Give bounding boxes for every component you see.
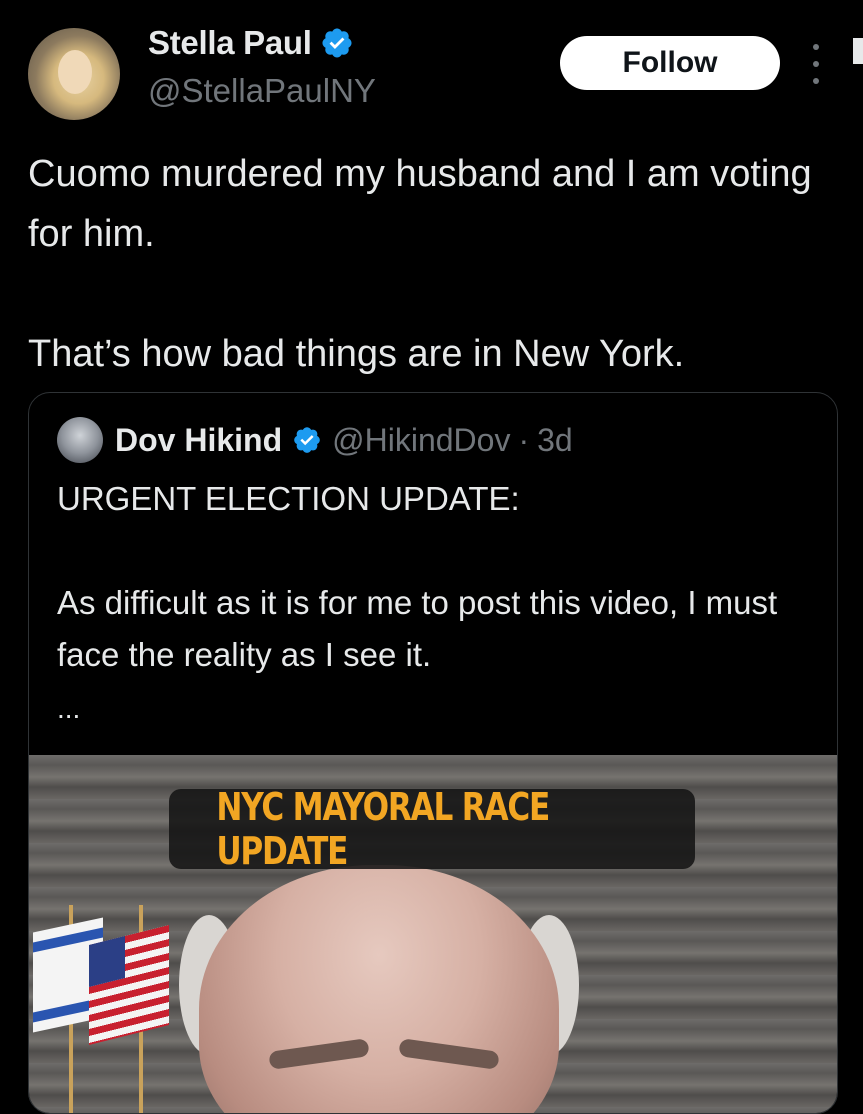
quoted-text-line: As difficult as it is for me to post thi…: [57, 584, 778, 673]
quoted-author-name[interactable]: Dov Hikind: [115, 422, 282, 459]
verified-badge-icon: [322, 28, 352, 58]
person-head: [199, 865, 559, 1113]
more-options-icon[interactable]: [806, 44, 826, 84]
follow-button[interactable]: Follow: [560, 36, 780, 90]
video-banner: NYC MAYORAL RACE UPDATE: [169, 785, 695, 873]
verified-badge-icon: [294, 427, 320, 453]
separator: ·: [518, 421, 530, 458]
tweet-text-line: That’s how bad things are in New York.: [28, 333, 685, 375]
quoted-text-line: URGENT ELECTION UPDATE:: [57, 480, 520, 517]
tweet-text: Cuomo murdered my husband and I am votin…: [28, 144, 848, 384]
us-flag: [89, 925, 169, 1045]
tweet-text-line: Cuomo murdered my husband and I am votin…: [28, 153, 812, 255]
quoted-tweet-header: Dov Hikind @HikindDov · 3d: [115, 417, 573, 463]
quoted-author-handle[interactable]: @HikindDov: [332, 422, 510, 459]
author-name[interactable]: Stella Paul: [148, 24, 312, 62]
author-avatar[interactable]: [28, 28, 120, 120]
quoted-tweet-text: URGENT ELECTION UPDATE: As difficult as …: [57, 473, 817, 681]
author-name-row[interactable]: Stella Paul: [148, 24, 354, 62]
quoted-video[interactable]: NYC MAYORAL RACE UPDATE: [29, 755, 837, 1113]
quoted-author-avatar[interactable]: [57, 417, 103, 463]
quoted-tweet[interactable]: Dov Hikind @HikindDov · 3d URGENT ELECTI…: [28, 392, 838, 1114]
author-handle[interactable]: @StellaPaulNY: [148, 72, 376, 110]
video-banner-text: NYC MAYORAL RACE UPDATE: [216, 785, 550, 873]
quoted-timestamp[interactable]: 3d: [537, 422, 573, 459]
show-more-ellipsis[interactable]: ...: [57, 693, 80, 725]
scrollbar[interactable]: [853, 38, 863, 64]
